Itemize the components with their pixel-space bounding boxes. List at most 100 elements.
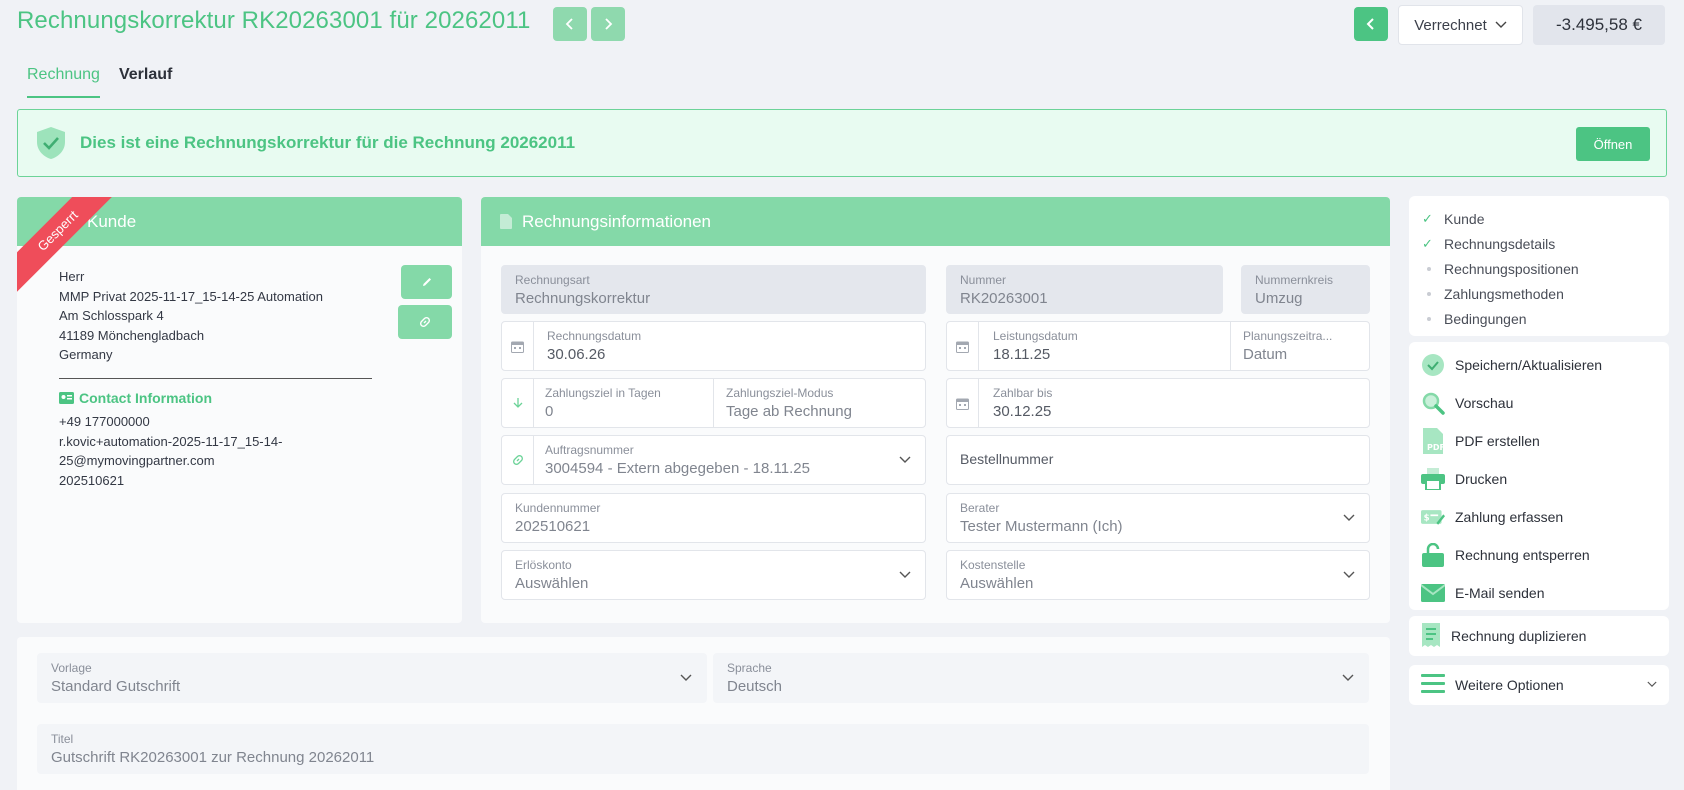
- planungszeitraum-label: Planungszeitra...: [1243, 329, 1333, 343]
- record-payment-button[interactable]: $ Zahlung erfassen: [1409, 498, 1669, 536]
- link-icon: [419, 316, 431, 328]
- tab-verlauf[interactable]: Verlauf: [119, 66, 172, 98]
- contact-email-1: r.kovic+automation-2025-11-17_15-14-: [59, 433, 283, 449]
- banner-text: Dies ist eine Rechnungskorrektur für die…: [80, 133, 576, 152]
- details-card: Vorlage Standard Gutschrift Sprache Deut…: [17, 637, 1390, 790]
- page-title: Rechnungskorrektur RK20263001 für 202620…: [17, 7, 531, 34]
- zahlbar-bis-field[interactable]: Zahlbar bis 30.12.25: [946, 378, 1370, 428]
- titel-input[interactable]: Titel Gutschrift RK20263001 zur Rechnung…: [37, 724, 1369, 774]
- tab-rechnung[interactable]: Rechnung: [27, 66, 100, 98]
- step-bedingungen[interactable]: Bedingungen: [1422, 306, 1669, 331]
- dot-icon: [1422, 266, 1435, 271]
- chevron-down-icon: [680, 674, 692, 681]
- bestellnummer-input[interactable]: Bestellnummer: [946, 435, 1370, 485]
- prev-button[interactable]: [553, 7, 587, 41]
- unlock-icon: [1421, 543, 1445, 567]
- erloeskonto-select[interactable]: Erlöskonto Auswählen: [501, 550, 926, 600]
- sprache-select[interactable]: Sprache Deutsch: [713, 653, 1369, 703]
- magnifier-icon: [1421, 391, 1445, 415]
- zahlungsziel-modus-label: Zahlungsziel-Modus: [726, 386, 834, 400]
- link-customer-button[interactable]: [398, 305, 452, 339]
- check-icon: ✓: [1422, 210, 1433, 226]
- calendar-icon: [502, 322, 534, 370]
- contact-phone: +49 177000000: [59, 414, 150, 429]
- leistungsdatum-field[interactable]: Leistungsdatum 18.11.25 Planungszeitra..…: [946, 321, 1370, 371]
- shield-check-icon: [37, 127, 65, 159]
- arrow-down-icon: [502, 379, 534, 427]
- contact-info: +49 177000000 r.kovic+automation-2025-11…: [59, 412, 319, 490]
- document-icon: [500, 214, 512, 229]
- chevron-down-icon: [1647, 681, 1657, 687]
- actions-panel: Speichern/Aktualisieren Vorschau PDF PDF…: [1409, 342, 1669, 610]
- payment-icon: $: [1421, 505, 1445, 529]
- step-kunde[interactable]: ✓ Kunde: [1422, 206, 1669, 231]
- rechnungsdatum-field[interactable]: Rechnungsdatum 30.06.26: [501, 321, 926, 371]
- printer-icon: [1421, 467, 1445, 491]
- status-dropdown[interactable]: Verrechnet: [1398, 5, 1523, 45]
- invoice-info-card: Rechnungsinformationen Rechnungsart Rech…: [481, 197, 1390, 623]
- divider: [59, 378, 372, 379]
- chevron-left-icon: [1366, 18, 1374, 30]
- customer-name: MMP Privat 2025-11-17_15-14-25 Automatio…: [59, 288, 324, 304]
- contact-card-icon: [59, 392, 74, 404]
- zahlungsziel-field[interactable]: Zahlungsziel in Tagen 0 Zahlungsziel-Mod…: [501, 378, 926, 428]
- contact-customer-number: 202510621: [59, 472, 125, 488]
- step-rechnungsdetails[interactable]: ✓ Rechnungsdetails: [1422, 231, 1669, 256]
- invoice-amount: -3.495,58 €: [1533, 5, 1665, 45]
- customer-salutation: Herr: [59, 269, 85, 284]
- calendar-icon: [947, 379, 979, 427]
- save-button[interactable]: Speichern/Aktualisieren: [1409, 346, 1669, 384]
- customer-card: Gesperrt Kunde Herr MMP Privat 2025-11-1…: [17, 197, 462, 623]
- pencil-icon: [422, 278, 431, 286]
- duplicate-invoice-button[interactable]: Rechnung duplizieren: [1409, 616, 1669, 656]
- berater-select[interactable]: Berater Tester Mustermann (Ich): [946, 493, 1370, 543]
- pdf-icon: PDF: [1421, 428, 1445, 454]
- svg-text:PDF: PDF: [1427, 443, 1445, 452]
- status-value: Verrechnet: [1414, 16, 1487, 34]
- customer-card-title: Kunde: [87, 211, 137, 231]
- correction-banner: Dies ist eine Rechnungskorrektur für die…: [17, 109, 1667, 177]
- check-icon: ✓: [1422, 235, 1433, 251]
- kostenstelle-select[interactable]: Kostenstelle Auswählen: [946, 550, 1370, 600]
- chevron-down-icon: [1342, 674, 1354, 681]
- menu-icon: [1421, 673, 1445, 697]
- calendar-icon: [947, 322, 979, 370]
- create-pdf-button[interactable]: PDF PDF erstellen: [1409, 422, 1669, 460]
- chevron-right-icon: [605, 18, 613, 30]
- edit-customer-button[interactable]: [401, 265, 452, 299]
- vorlage-select[interactable]: Vorlage Standard Gutschrift: [37, 653, 707, 703]
- dot-icon: [1422, 316, 1435, 321]
- more-options-dropdown[interactable]: Weitere Optionen: [1409, 665, 1669, 705]
- check-circle-icon: [1421, 353, 1445, 377]
- unlock-invoice-button[interactable]: Rechnung entsperren: [1409, 536, 1669, 574]
- dot-icon: [1422, 291, 1435, 296]
- step-rechnungspositionen[interactable]: Rechnungspositionen: [1422, 256, 1669, 281]
- nummernkreis-field: Nummernkreis Umzug: [1241, 265, 1370, 314]
- planungszeitraum-value[interactable]: Datum: [1243, 346, 1287, 363]
- receipt-icon: [1421, 622, 1441, 650]
- preview-button[interactable]: Vorschau: [1409, 384, 1669, 422]
- link-icon: [502, 436, 534, 484]
- open-invoice-button[interactable]: Öffnen: [1576, 127, 1650, 161]
- chevron-down-icon: [1343, 514, 1355, 521]
- auftragsnummer-select[interactable]: Auftragsnummer 3004594 - Extern abgegebe…: [501, 435, 926, 485]
- send-email-button[interactable]: E-Mail senden: [1409, 574, 1669, 612]
- invoice-info-header: Rechnungsinformationen: [481, 197, 1390, 246]
- chevron-left-icon: [565, 18, 573, 30]
- customer-street: Am Schlosspark 4: [59, 308, 164, 323]
- chevron-down-icon: [1495, 21, 1507, 28]
- progress-steps: ✓ Kunde ✓ Rechnungsdetails Rechnungspositi…: [1409, 196, 1669, 336]
- customer-address: Herr MMP Privat 2025-11-17_15-14-25 Auto…: [59, 267, 323, 365]
- print-button[interactable]: Drucken: [1409, 460, 1669, 498]
- chevron-down-icon: [899, 571, 911, 578]
- zahlungsziel-modus-value[interactable]: Tage ab Rechnung: [726, 403, 852, 420]
- chevron-down-icon: [1343, 571, 1355, 578]
- contact-email-2: 25@mymovingpartner.com: [59, 453, 215, 468]
- chevron-down-icon: [899, 456, 911, 463]
- back-button[interactable]: [1354, 7, 1388, 41]
- step-zahlungsmethoden[interactable]: Zahlungsmethoden: [1422, 281, 1669, 306]
- tab-bar: Rechnung Verlauf: [27, 66, 172, 98]
- svg-text:$: $: [1424, 513, 1430, 523]
- next-button[interactable]: [591, 7, 625, 41]
- nummer-field: Nummer RK20263001: [946, 265, 1223, 314]
